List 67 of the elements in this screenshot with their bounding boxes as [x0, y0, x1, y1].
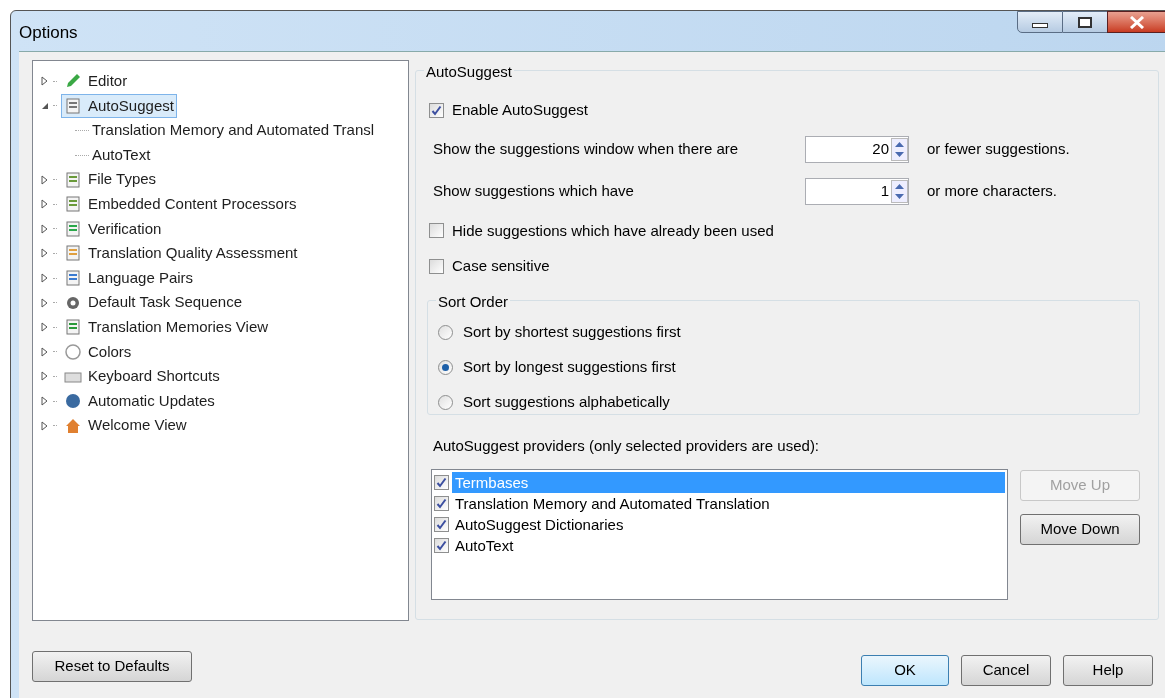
close-icon — [1129, 15, 1145, 29]
radio-button[interactable] — [438, 360, 453, 375]
list-item[interactable]: AutoText — [452, 535, 1005, 556]
providers-label: AutoSuggest providers (only selected providers are used): — [432, 435, 821, 456]
expand-arrow-icon[interactable] — [41, 76, 49, 87]
checkbox[interactable] — [429, 258, 444, 274]
checkbox[interactable] — [434, 475, 449, 490]
close-button[interactable] — [1107, 11, 1165, 33]
spin-arrows-icon — [891, 137, 908, 161]
dialog-button[interactable]: OK — [861, 655, 949, 686]
tree-item[interactable]: Translation Quality Assessment — [88, 242, 298, 265]
tree-item[interactable]: Verification — [88, 217, 162, 241]
checkbox[interactable] — [434, 538, 449, 553]
dialog-button[interactable]: Move Down — [1020, 514, 1140, 545]
dialog-button[interactable]: Cancel — [961, 655, 1051, 686]
house-icon — [64, 416, 82, 435]
tree-item[interactable]: Keyboard Shortcuts — [88, 365, 220, 388]
tree-item[interactable]: AutoText — [91, 143, 152, 167]
checkbox[interactable] — [429, 102, 444, 118]
tree-item[interactable]: File Types — [88, 168, 157, 191]
tree-item[interactable]: Automatic Updates — [88, 389, 215, 413]
expand-arrow-icon[interactable] — [41, 420, 49, 431]
radio-button[interactable] — [438, 325, 453, 340]
tree-item[interactable]: Welcome View — [88, 414, 187, 437]
radio-label: Sort by shortest suggestions first — [463, 322, 681, 343]
list-item[interactable]: Translation Memory and Automated Translation — [452, 493, 1005, 514]
expand-arrow-icon[interactable] — [41, 371, 49, 382]
tree-item[interactable]: Translation Memories View — [88, 316, 269, 339]
field-suffix: or fewer suggestions. — [927, 138, 1070, 159]
expand-arrow-icon[interactable] — [41, 346, 49, 357]
tree-item[interactable]: Default Task Sequence — [88, 291, 242, 314]
radio-button[interactable] — [438, 395, 453, 410]
checkbox[interactable] — [434, 517, 449, 532]
expand-arrow-icon[interactable] — [41, 248, 49, 259]
document-icon — [64, 195, 82, 214]
checkbox-label: Enable AutoSuggest — [452, 100, 588, 120]
expand-arrow-icon[interactable] — [41, 273, 49, 284]
spin-arrows-icon — [891, 179, 908, 203]
radio-label: Sort suggestions alphabetically — [463, 392, 670, 413]
window-title: Options — [18, 22, 78, 45]
expand-arrow-icon[interactable] — [41, 322, 49, 333]
spin-field[interactable]: 1 — [805, 177, 909, 205]
dialog-button[interactable]: Reset to Defaults — [32, 651, 192, 682]
checkbox[interactable] — [429, 223, 444, 239]
tree-item[interactable]: Embedded Content Processors — [88, 193, 297, 216]
tree-item[interactable]: Colors — [88, 340, 132, 364]
checkbox-label: Case sensitive — [452, 256, 550, 276]
checkbox[interactable] — [434, 496, 449, 511]
document-icon — [64, 170, 82, 189]
minimize-button[interactable] — [1017, 11, 1063, 33]
expand-arrow-icon[interactable] — [41, 199, 49, 210]
expand-arrow-icon[interactable] — [41, 297, 49, 308]
checkbox-label: Hide suggestions which have already been used — [452, 220, 774, 241]
expand-arrow-icon[interactable] — [41, 174, 49, 185]
dialog-button[interactable]: Help — [1063, 655, 1153, 686]
spin-field[interactable]: 20 — [805, 135, 909, 163]
list-item[interactable]: AutoSuggest Dictionaries — [452, 514, 1005, 535]
maximize-button[interactable] — [1063, 11, 1107, 33]
tree-item[interactable]: Editor — [88, 70, 128, 93]
field-label: Show the suggestions window when there are — [433, 138, 740, 159]
tree-item[interactable]: Language Pairs — [88, 266, 194, 290]
tree-item[interactable]: Translation Memory and Automated Transl — [91, 119, 376, 142]
field-label: Show suggestions which have — [433, 180, 635, 201]
radio-label: Sort by longest suggestions first — [463, 357, 676, 378]
field-suffix: or more characters. — [927, 180, 1058, 201]
expand-arrow-icon[interactable] — [41, 396, 49, 406]
expand-arrow-icon[interactable] — [41, 223, 49, 234]
